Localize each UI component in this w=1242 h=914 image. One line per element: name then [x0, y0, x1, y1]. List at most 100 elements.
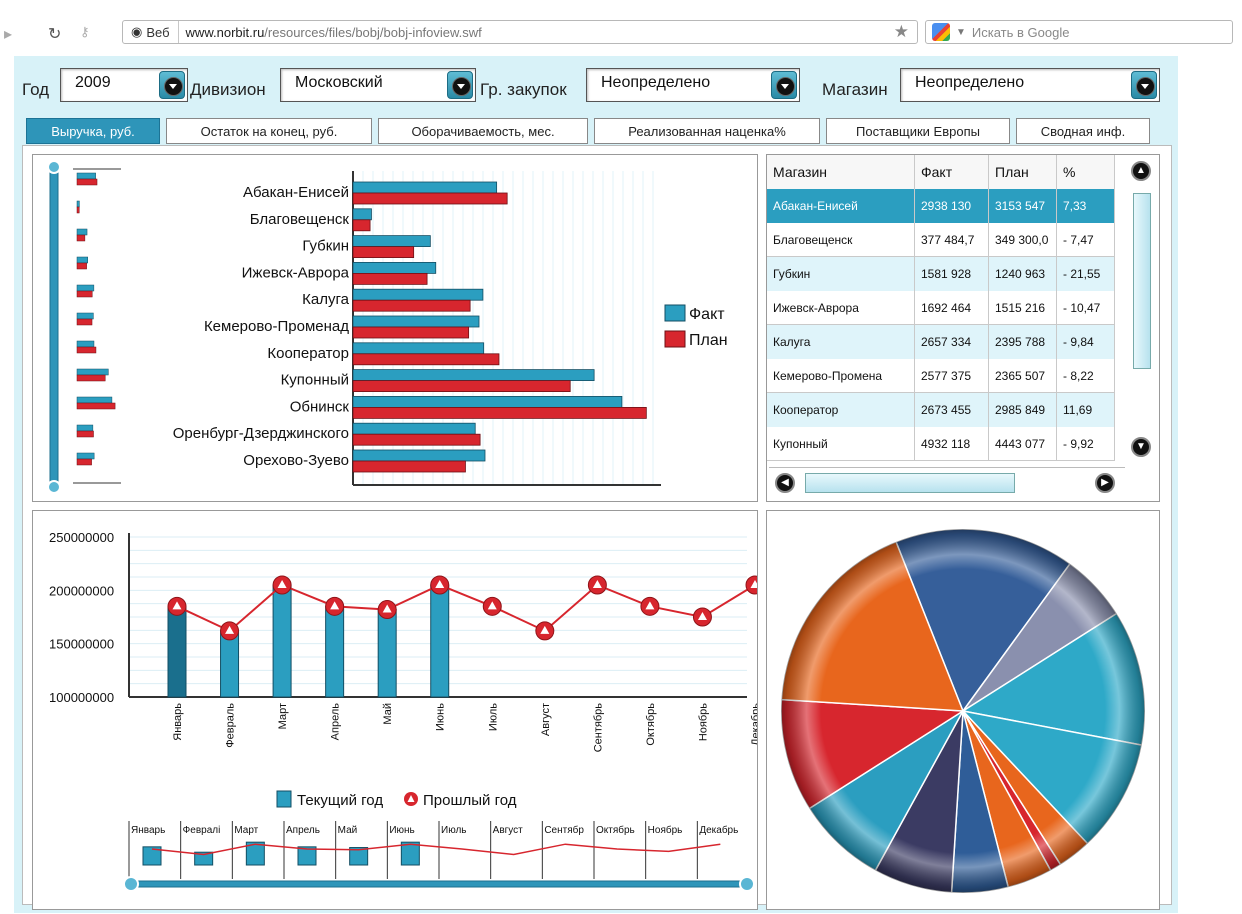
search-box[interactable]: ▼ Искать в Google [925, 20, 1233, 44]
site-info-chip[interactable]: ◉ Веб [123, 21, 179, 43]
tab-european-suppliers[interactable]: Поставщики Европы [826, 118, 1010, 144]
overview-slider-bottom-handle[interactable] [47, 480, 61, 494]
plan-bar[interactable] [352, 246, 415, 258]
timeline-slider-left-handle[interactable] [123, 876, 139, 892]
filter-year-select[interactable]: 2009 [60, 68, 188, 102]
plan-bar[interactable] [352, 353, 500, 366]
table-row[interactable]: Калуга 2657 334 2395 788- 9,84 [767, 325, 1115, 359]
tab-revenue[interactable]: Выручка, руб. [26, 118, 160, 144]
horizontal-scroll-thumb[interactable] [805, 473, 1015, 493]
table-row[interactable]: Купонный 4932 118 4443 077- 9,92 [767, 427, 1115, 461]
fact-bar[interactable] [352, 369, 595, 382]
vertical-scroll-thumb[interactable] [1133, 193, 1151, 369]
scroll-down-icon[interactable]: ▼ [1131, 437, 1151, 457]
overview-month-label: Июнь [389, 825, 414, 836]
store-table-panel: Магазин Факт План% Абакан-Енисей 2938 130 315… [766, 154, 1160, 502]
timeline-slider-right-handle[interactable] [739, 876, 755, 892]
current-year-bar[interactable] [220, 630, 240, 698]
filter-division-label: Дивизион [190, 80, 266, 99]
filter-division-value: Московский [295, 74, 383, 91]
filter-purchase-group-dropdown-icon[interactable] [771, 71, 797, 99]
column-header[interactable]: Магазин [767, 155, 915, 189]
tab-end-balance[interactable]: Остаток на конец, руб. [166, 118, 372, 144]
url-text[interactable]: www.norbit.ru/resources/files/bobj/bobj-… [179, 25, 482, 40]
tab-margin[interactable]: Реализованная наценка% [594, 118, 820, 144]
table-row[interactable]: Ижевск-Аврора 1692 464 1515 216- 10,47 [767, 291, 1115, 325]
plan-bar[interactable] [352, 433, 481, 446]
table-row[interactable]: Кооператор 2673 455 2985 849 11,69 [767, 393, 1115, 427]
plan-bar[interactable] [352, 273, 428, 285]
overview-plan-bar [76, 374, 106, 382]
table-cell: Ижевск-Аврора [767, 291, 915, 325]
google-logo-icon[interactable] [932, 23, 950, 41]
overview-month-label: Сентябр [544, 824, 584, 836]
column-header[interactable]: План [989, 155, 1057, 189]
table-header-row[interactable]: Магазин Факт План% [767, 155, 1115, 189]
current-year-bar[interactable] [272, 584, 292, 698]
fact-bar[interactable] [352, 342, 485, 355]
tab-turnover[interactable]: Оборачиваемость, мес. [378, 118, 588, 144]
filter-year-dropdown-icon[interactable] [159, 71, 185, 99]
reload-icon[interactable]: ↻ [48, 24, 61, 44]
filter-store-dropdown-icon[interactable] [1131, 71, 1157, 99]
fact-bar[interactable] [352, 208, 372, 221]
overview-month-label: Июль [441, 825, 467, 836]
filter-division-dropdown-icon[interactable] [447, 71, 473, 99]
table-row[interactable]: Губкин 1581 928 1240 963- 21,55 [767, 257, 1115, 291]
table-cell: - 9,84 [1057, 325, 1115, 359]
table-row[interactable]: Абакан-Енисей 2938 130 3153 547 7,33 [767, 189, 1115, 223]
forward-icon[interactable]: ▸ [4, 24, 12, 44]
category-label: Губкин [302, 238, 349, 255]
month-label: Сентябрь [592, 703, 604, 753]
bookmark-star-icon[interactable]: ★ [894, 22, 909, 42]
search-dropdown-icon[interactable]: ▼ [956, 27, 966, 38]
overview-slider-track[interactable] [49, 168, 59, 484]
current-year-bar[interactable] [167, 605, 187, 698]
overview-fact-bar [76, 256, 88, 264]
plan-bar[interactable] [352, 219, 371, 232]
plan-bar[interactable] [352, 192, 508, 205]
table-cell: 1581 928 [915, 257, 989, 291]
table-row[interactable]: Благовещенск 377 484,7 349 300,0- 7,47 [767, 223, 1115, 257]
pie-chart-panel [766, 510, 1160, 910]
filter-purchase-group-select[interactable]: Неопределено [586, 68, 800, 102]
table-cell: 2657 334 [915, 325, 989, 359]
current-year-bar[interactable] [377, 609, 397, 698]
filter-store-select[interactable]: Неопределено [900, 68, 1160, 102]
address-bar[interactable]: ◉ Веб www.norbit.ru/resources/files/bobj… [122, 20, 918, 44]
scroll-up-icon[interactable]: ▲ [1131, 161, 1151, 181]
y-tick-label: 200000000 [49, 583, 114, 598]
table-cell: 2673 455 [915, 393, 989, 427]
current-year-bar[interactable] [325, 605, 345, 698]
column-header[interactable]: % [1057, 155, 1115, 189]
fact-bar[interactable] [352, 181, 498, 194]
current-year-bar[interactable] [430, 584, 450, 698]
timeline-slider-track[interactable] [132, 880, 746, 888]
fact-bar[interactable] [352, 395, 623, 408]
scroll-left-icon[interactable]: ◀ [775, 473, 795, 493]
fact-bar[interactable] [352, 422, 476, 435]
table-horizontal-scrollbar[interactable]: ◀ ▶ [769, 467, 1125, 497]
fact-bar[interactable] [352, 315, 480, 328]
overview-fact-bar [76, 172, 96, 180]
plan-bar[interactable] [352, 326, 470, 339]
fact-bar[interactable] [352, 288, 484, 301]
overview-slider-top-handle[interactable] [47, 160, 61, 174]
category-label: Орехово-Зуево [243, 452, 349, 469]
plan-bar[interactable] [352, 380, 571, 393]
plan-bar[interactable] [352, 299, 471, 312]
plan-bar[interactable] [352, 460, 466, 473]
table-cell: 11,69 [1057, 393, 1115, 427]
tab-summary[interactable]: Сводная инф. [1016, 118, 1150, 144]
fact-bar[interactable] [352, 262, 437, 274]
fact-bar[interactable] [352, 235, 431, 247]
filter-division-select[interactable]: Московский [280, 68, 476, 102]
fact-bar[interactable] [352, 449, 486, 462]
table-vertical-scrollbar[interactable]: ▲ ▼ [1129, 161, 1153, 461]
overview-plan-bar [76, 206, 80, 214]
plan-bar[interactable] [352, 406, 647, 419]
table-row[interactable]: Кемерово-Промена 2577 375 2365 507- 8,22 [767, 359, 1115, 393]
column-header[interactable]: Факт [915, 155, 989, 189]
table-cell: 2577 375 [915, 359, 989, 393]
scroll-right-icon[interactable]: ▶ [1095, 473, 1115, 493]
